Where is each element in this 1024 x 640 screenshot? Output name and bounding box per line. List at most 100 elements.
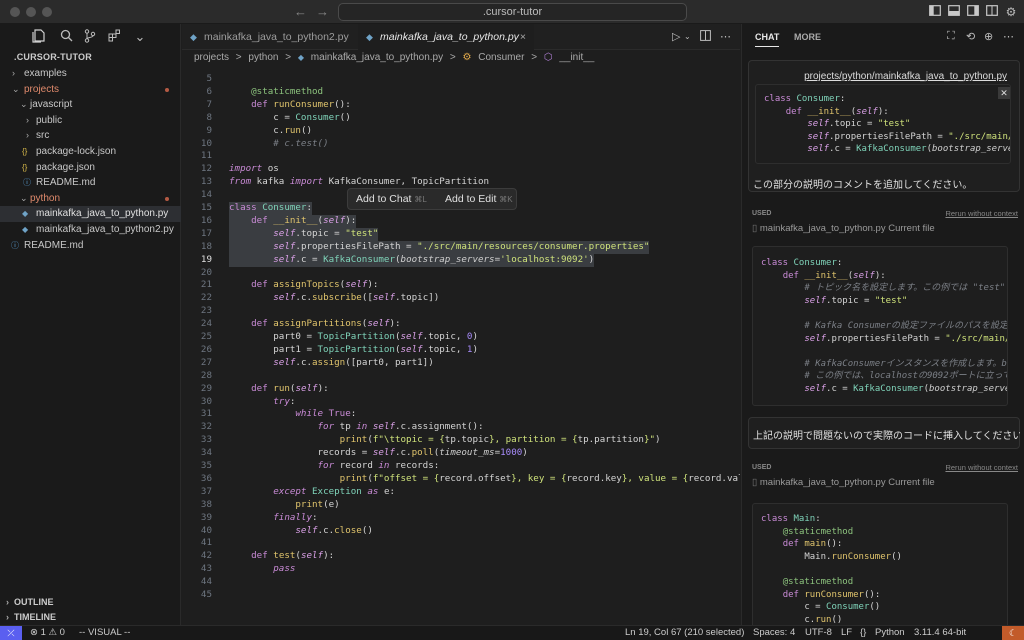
files-icon[interactable]: [30, 29, 46, 45]
tab-mainkafka2[interactable]: ◆ mainkafka_java_to_python2.py: [182, 24, 358, 50]
code-line[interactable]: 37 except Exception as e:: [182, 486, 740, 499]
code-line[interactable]: 24 def assignPartitions(self):: [182, 318, 740, 331]
code-line[interactable]: 19 self.c = KafkaConsumer(bootstrap_serv…: [182, 253, 740, 267]
indentation[interactable]: Spaces: 4: [753, 626, 795, 640]
code-line[interactable]: 45: [182, 589, 740, 602]
new-chat-plus-icon[interactable]: ⊕: [984, 30, 993, 43]
remote-indicator-icon[interactable]: ⤫: [0, 626, 22, 640]
minimize-window-button[interactable]: [26, 7, 36, 17]
code-line[interactable]: 9 c.run(): [182, 125, 740, 138]
code-line[interactable]: 30 try:: [182, 396, 740, 409]
code-line[interactable]: 18 self.propertiesFilePath = "./src/main…: [182, 240, 740, 254]
tab-chat[interactable]: CHAT: [755, 32, 780, 47]
code-line[interactable]: 42 def test(self):: [182, 550, 740, 563]
rerun-without-context-link[interactable]: Rerun without context: [945, 209, 1018, 218]
problems-count[interactable]: ⊗ 1 ⚠ 0: [30, 626, 65, 640]
code-line[interactable]: 31 while True:: [182, 408, 740, 421]
encoding[interactable]: UTF-8: [805, 626, 832, 640]
code-line[interactable]: 28: [182, 370, 740, 383]
code-line[interactable]: 21 def assignTopics(self):: [182, 279, 740, 292]
code-editor[interactable]: 56 @staticmethod 7 def runConsumer(): 8 c …: [182, 72, 740, 625]
code-line[interactable]: 8 c = Consumer(): [182, 112, 740, 125]
extensions-icon[interactable]: [106, 29, 122, 45]
expand-icon[interactable]: ⛶: [947, 30, 955, 43]
toggle-panel-icon[interactable]: [947, 5, 961, 19]
tree-file-readme-js[interactable]: ⓘ README.md: [0, 175, 181, 191]
python-interpreter[interactable]: 3.11.4 64-bit: [914, 626, 966, 640]
code-line[interactable]: 10 # c.test(): [182, 138, 740, 151]
outline-section[interactable]: › OUTLINE: [0, 594, 181, 610]
code-line[interactable]: 17 self.topic = "test": [182, 227, 740, 241]
more-actions-icon[interactable]: ⋯: [720, 30, 731, 43]
code-line[interactable]: 7 def runConsumer():: [182, 99, 740, 112]
code-line[interactable]: 27 self.c.assign([part0, part1]): [182, 357, 740, 370]
code-line[interactable]: 5: [182, 73, 740, 86]
more-actions-icon[interactable]: ⋯: [1003, 30, 1014, 43]
code-line[interactable]: 22 self.c.subscribe([self.topic]): [182, 292, 740, 305]
close-icon[interactable]: ✕: [998, 87, 1010, 99]
code-line[interactable]: 35 for record in records:: [182, 460, 740, 473]
gear-icon[interactable]: ⚙: [1004, 5, 1018, 19]
code-line[interactable]: 41: [182, 537, 740, 550]
close-tab-icon[interactable]: ×: [520, 24, 526, 50]
code-line[interactable]: 26 part1 = TopicPartition(self.topic, 1): [182, 344, 740, 357]
code-line[interactable]: 34 records = self.c.poll(timeout_ms=1000…: [182, 447, 740, 460]
tree-folder-javascript[interactable]: ⌄ javascript: [0, 97, 181, 113]
timeline-section[interactable]: › TIMELINE: [0, 609, 181, 625]
code-line[interactable]: 25 part0 = TopicPartition(self.topic, 0): [182, 331, 740, 344]
tree-file-mainkafka2-py[interactable]: ◆ mainkafka_java_to_python2.py: [0, 222, 181, 238]
search-icon[interactable]: [58, 29, 74, 45]
forward-arrow-icon[interactable]: →: [316, 4, 329, 19]
language-mode[interactable]: Python: [875, 626, 905, 640]
tree-folder-examples[interactable]: › examples: [0, 66, 181, 82]
customize-layout-icon[interactable]: [985, 5, 999, 19]
code-line[interactable]: 40 self.c.close(): [182, 525, 740, 538]
code-line[interactable]: 23: [182, 305, 740, 318]
code-line[interactable]: 32 for tp in self.c.assignment():: [182, 421, 740, 434]
tree-file-package-lock[interactable]: {} package-lock.json: [0, 144, 181, 160]
breadcrumb-item[interactable]: python: [248, 52, 278, 63]
tab-mainkafka[interactable]: ◆ mainkafka_java_to_python.py ×: [358, 24, 534, 50]
rerun-without-context-link[interactable]: Rerun without context: [945, 463, 1018, 472]
breadcrumb-item[interactable]: __init__: [559, 52, 594, 63]
tree-folder-public[interactable]: › public: [0, 113, 181, 129]
add-to-edit-button[interactable]: Add to Edit ⌘K: [445, 189, 513, 210]
run-dropdown-chevron-icon[interactable]: ⌄: [684, 32, 691, 41]
code-line[interactable]: 44: [182, 576, 740, 589]
code-line[interactable]: 12 import os: [182, 163, 740, 176]
code-line[interactable]: 11: [182, 150, 740, 163]
tree-folder-python[interactable]: ⌄ python: [0, 191, 181, 207]
code-line[interactable]: 16 def __init__(self):: [182, 214, 740, 228]
code-line[interactable]: 20: [182, 267, 740, 280]
code-line[interactable]: 29 def run(self):: [182, 383, 740, 396]
code-line[interactable]: 6 @staticmethod: [182, 86, 740, 99]
breadcrumb-item[interactable]: mainkafka_java_to_python.py: [311, 52, 443, 63]
command-center-search[interactable]: .cursor-tutor: [338, 3, 687, 21]
breadcrumb-item[interactable]: Consumer: [478, 52, 524, 63]
tree-folder-src[interactable]: › src: [0, 128, 181, 144]
run-icon[interactable]: ▷: [672, 30, 680, 43]
zoom-window-button[interactable]: [42, 7, 52, 17]
back-arrow-icon[interactable]: ←: [294, 4, 307, 19]
add-to-chat-button[interactable]: Add to Chat ⌘L: [356, 189, 427, 210]
tab-more[interactable]: MORE: [794, 32, 821, 42]
code-line[interactable]: 36 print(f"offset = {record.offset}, key…: [182, 473, 740, 486]
tree-file-readme-root[interactable]: ⓘ README.md: [0, 238, 181, 254]
split-editor-icon[interactable]: [700, 30, 711, 44]
end-of-line[interactable]: LF: [841, 626, 852, 640]
chevron-down-icon[interactable]: ⌄: [132, 29, 148, 45]
toggle-primary-sidebar-icon[interactable]: [928, 5, 942, 19]
tree-folder-projects[interactable]: ⌄ projects: [0, 82, 181, 98]
toggle-secondary-sidebar-icon[interactable]: [966, 5, 980, 19]
tree-file-mainkafka-py[interactable]: ◆ mainkafka_java_to_python.py: [0, 206, 181, 222]
cursor-position[interactable]: Ln 19, Col 67 (210 selected): [625, 626, 744, 640]
code-line[interactable]: 33 print(f"\ttopic = {tp.topic}, partiti…: [182, 434, 740, 447]
code-line[interactable]: 39 finally:: [182, 512, 740, 525]
close-window-button[interactable]: [10, 7, 20, 17]
history-icon[interactable]: ⟲: [966, 30, 975, 43]
notifications-bell-icon[interactable]: ☾: [1002, 626, 1024, 640]
breadcrumb-item[interactable]: projects: [194, 52, 229, 63]
code-line[interactable]: 38 print(e): [182, 499, 740, 512]
file-link[interactable]: projects/python/mainkafka_java_to_python…: [804, 71, 1007, 82]
source-control-icon[interactable]: [82, 29, 98, 45]
